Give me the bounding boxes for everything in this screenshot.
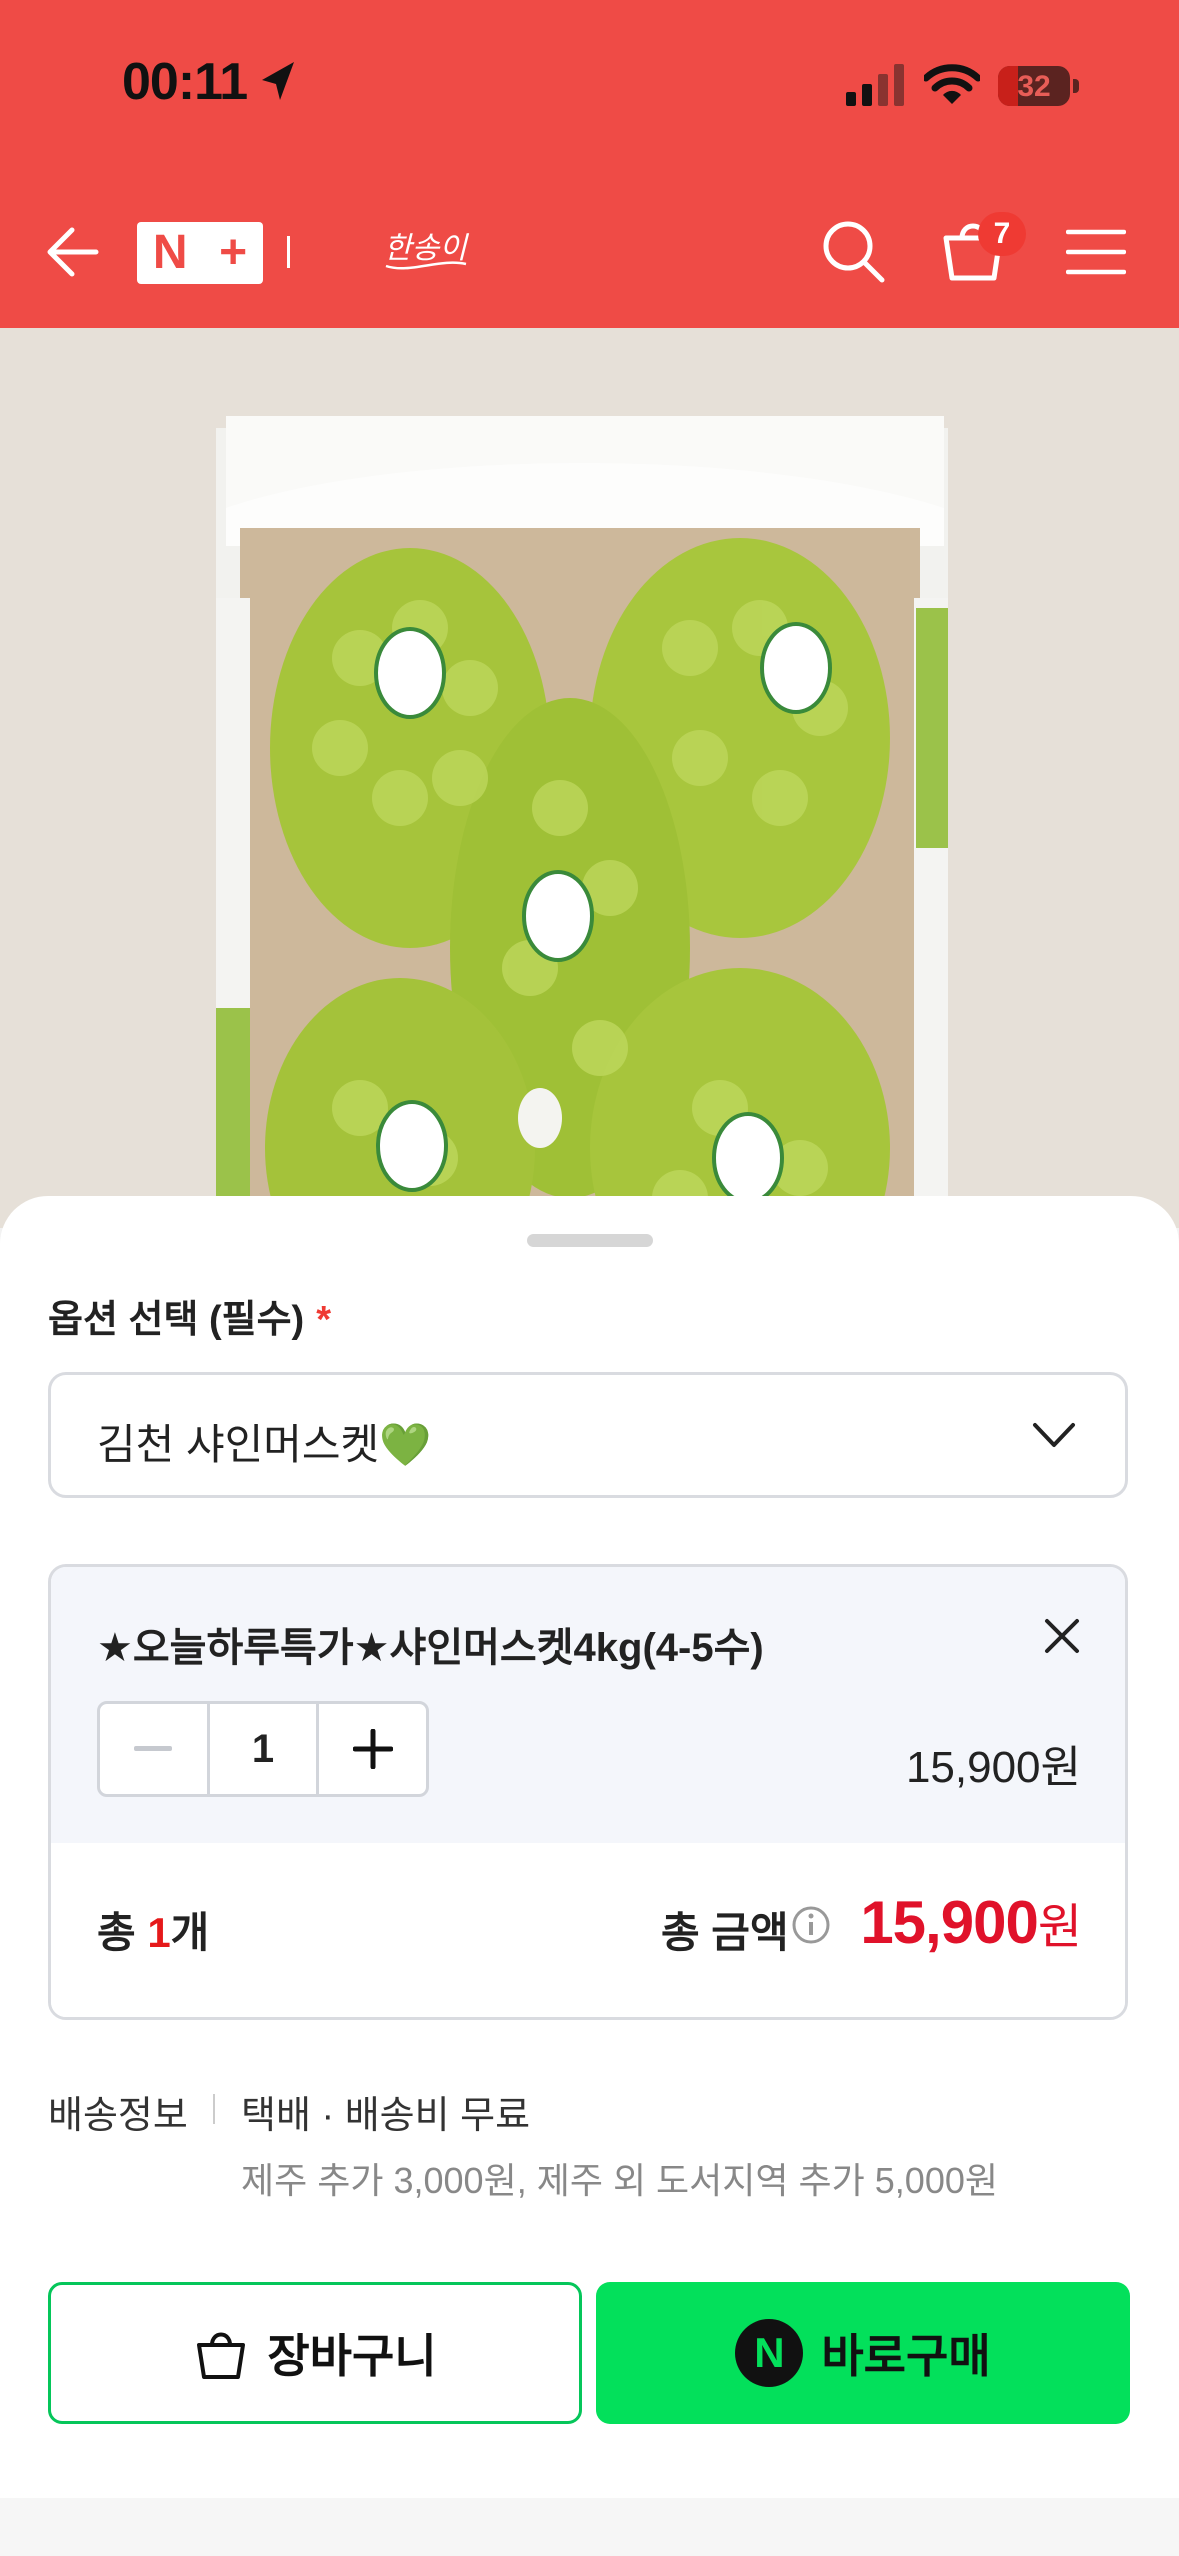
naver-pay-icon: N [735, 2319, 804, 2387]
option-label: 옵션 선택 (필수) * [48, 1299, 331, 1341]
menu-icon[interactable] [1066, 228, 1126, 276]
item-name: ★오늘하루특가★샤인머스켓4kg(4-5수) [97, 1626, 764, 1670]
item-detail: ★오늘하루특가★샤인머스켓4kg(4-5수) 1 15,900원 [51, 1567, 1125, 1846]
selected-item-card: ★오늘하루특가★샤인머스켓4kg(4-5수) 1 15,900원 총 1개 총 … [48, 1564, 1128, 2020]
buy-now-button[interactable]: N 바로구매 [596, 2282, 1130, 2424]
store-brand-logo[interactable]: 한송이 [380, 218, 470, 278]
info-icon[interactable] [791, 1905, 831, 1945]
sheet-drag-handle[interactable] [527, 1234, 653, 1247]
back-arrow-icon[interactable] [44, 226, 100, 278]
shopping-bag-icon [197, 2332, 246, 2379]
increase-button[interactable] [319, 1704, 426, 1794]
buy-button-label: 바로구매 [821, 2330, 991, 2382]
product-image[interactable] [0, 328, 1179, 1228]
decrease-button[interactable] [100, 1704, 207, 1794]
location-arrow-icon [262, 62, 294, 100]
shipping-divider [213, 2094, 215, 2124]
svg-text:한송이: 한송이 [384, 231, 469, 266]
shipping-extra-fee: 제주 추가 3,000원, 제주 외 도서지역 추가 5,000원 [241, 2160, 998, 2201]
home-indicator-area [0, 2498, 1179, 2556]
total-count: 총 1개 [97, 1909, 210, 1956]
cart-count-badge: 7 [978, 212, 1026, 256]
chevron-down-icon [1033, 1423, 1075, 1447]
app-header: 00:11 32 N + 한송이 7 [0, 0, 1179, 328]
cellular-signal-icon [846, 64, 904, 106]
quantity-stepper: 1 [97, 1701, 429, 1797]
option-bottom-sheet: 옵션 선택 (필수) * 김천 샤인머스켓💚 ★오늘하루특가★샤인머스켓4kg(4… [0, 1196, 1179, 2556]
quantity-value[interactable]: 1 [206, 1704, 320, 1794]
close-icon[interactable] [1043, 1617, 1081, 1655]
shipping-value: 택배 · 배송비 무료 [241, 2095, 531, 2137]
wifi-icon [924, 64, 980, 104]
total-row: 총 1개 총 금액 15,900원 [51, 1843, 1125, 2017]
option-selected-value: 김천 샤인머스켓💚 [97, 1421, 432, 1468]
header-divider [287, 236, 290, 268]
status-time: 00:11 [122, 53, 248, 111]
plus-icon [352, 1729, 393, 1769]
minus-icon [134, 1746, 173, 1751]
item-price: 15,900원 [905, 1743, 1081, 1792]
battery-tip [1073, 79, 1079, 93]
search-icon[interactable] [820, 218, 886, 284]
battery-icon: 32 [998, 66, 1070, 106]
add-to-cart-button[interactable]: 장바구니 [48, 2282, 582, 2424]
cart-button-label: 장바구니 [267, 2330, 437, 2382]
naver-plus-logo[interactable]: N + [137, 222, 263, 284]
shipping-label: 배송정보 [48, 2095, 188, 2137]
battery-level: 32 [1017, 70, 1051, 103]
total-price: 15,900원 [860, 1889, 1082, 1956]
option-select[interactable]: 김천 샤인머스켓💚 [48, 1372, 1128, 1498]
required-mark: * [316, 1299, 331, 1341]
total-amount-label: 총 금액 [661, 1909, 789, 1956]
